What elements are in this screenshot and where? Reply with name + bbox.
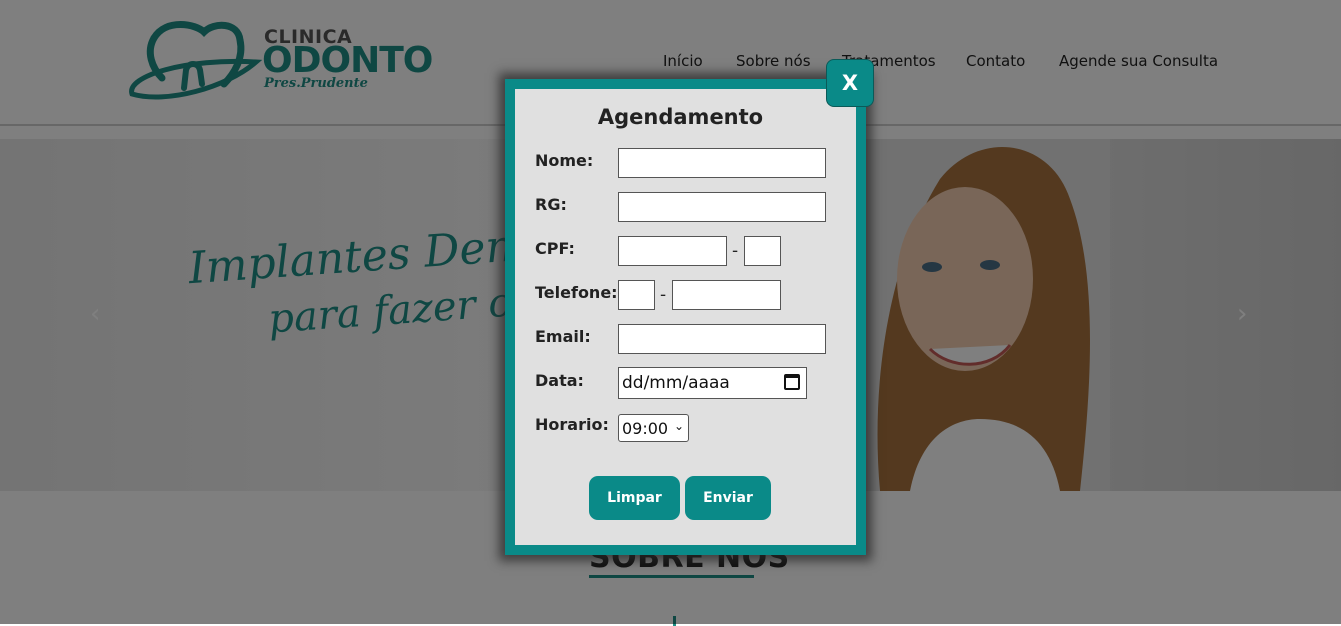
rg-input[interactable] [618,192,826,222]
date-input[interactable]: dd/mm/aaaa [618,367,807,399]
cpf-label: CPF: [535,239,575,258]
telefone-separator: - [660,285,667,305]
nome-label: Nome: [535,151,594,170]
scheduling-modal: Agendamento Nome: RG: CPF: - Telefone: -… [505,79,866,555]
telefone-ddd-input[interactable] [618,280,655,310]
calendar-icon[interactable] [784,374,800,390]
modal-title: Agendamento [597,105,764,129]
email-label: Email: [535,327,591,346]
email-input[interactable] [618,324,826,354]
chevron-down-icon: ⌄ [673,419,684,433]
cpf-digit-input[interactable] [744,236,781,266]
clear-button[interactable]: Limpar [589,476,680,520]
telefone-number-input[interactable] [672,280,781,310]
telefone-label: Telefone: [535,283,618,302]
horario-label: Horario: [535,415,609,434]
horario-select[interactable]: 09:00 ⌄ [618,414,689,442]
data-label: Data: [535,371,584,390]
cpf-input[interactable] [618,236,727,266]
rg-label: RG: [535,195,567,214]
nome-input[interactable] [618,148,826,178]
date-placeholder: dd/mm/aaaa [622,373,730,393]
scheduling-form: Agendamento Nome: RG: CPF: - Telefone: -… [515,89,846,545]
submit-button[interactable]: Enviar [685,476,771,520]
cpf-separator: - [732,241,739,261]
close-modal-button[interactable]: X [826,59,874,107]
horario-selected-value: 09:00 [622,419,669,438]
